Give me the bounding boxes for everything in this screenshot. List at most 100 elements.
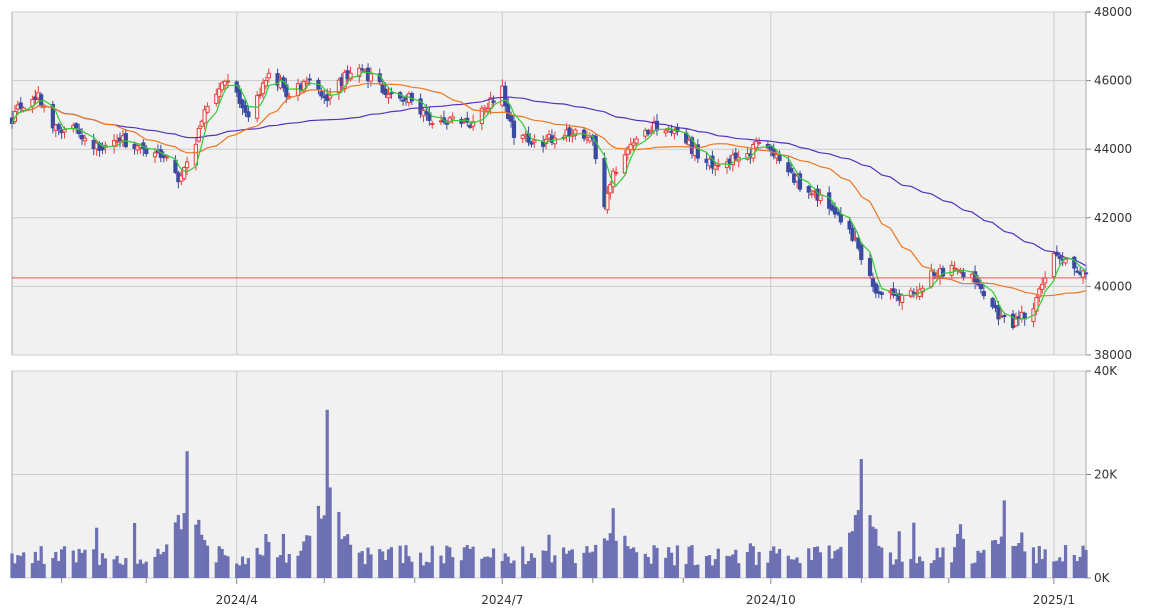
volume-bar <box>337 511 341 578</box>
volume-bar <box>243 564 248 578</box>
volume-bar <box>503 553 507 578</box>
volume-bar <box>95 527 99 578</box>
volume-bar <box>877 545 881 578</box>
volume-bar <box>471 546 475 578</box>
volume-bar <box>529 553 534 578</box>
volume-bar <box>462 547 466 578</box>
volume-bar <box>83 549 87 578</box>
volume-bar <box>1031 547 1036 578</box>
candle-down <box>100 146 105 151</box>
volume-bar <box>1075 561 1079 578</box>
volume-bar <box>439 555 443 578</box>
volume-bar <box>144 561 148 578</box>
volume-bar <box>179 529 183 578</box>
volume-bar <box>731 554 735 578</box>
volume-bar <box>343 536 347 578</box>
candle-down <box>838 214 843 223</box>
volume-bar <box>401 563 405 578</box>
candle-down <box>859 244 864 260</box>
volume-bar <box>632 547 636 578</box>
volume-bar <box>918 556 922 578</box>
candle-up <box>450 116 455 120</box>
volume-bar <box>897 531 901 578</box>
volume-bar <box>165 544 169 578</box>
volume-bar <box>264 534 268 578</box>
candle-down <box>246 111 251 118</box>
candle-up <box>225 80 231 83</box>
volume-bar <box>769 550 773 578</box>
candle-down <box>400 99 406 102</box>
candle-up <box>949 264 954 276</box>
volume-bar <box>591 551 595 578</box>
volume-bar <box>672 565 677 578</box>
volume-bar <box>1043 549 1047 578</box>
volume-bar <box>296 555 300 578</box>
volume-bar <box>655 547 659 578</box>
candle-down <box>307 78 312 81</box>
volume-bar <box>909 558 913 578</box>
volume-bar <box>369 554 373 578</box>
volume-bar <box>100 553 105 578</box>
volume-bar <box>348 544 353 578</box>
volume-bar <box>42 563 46 578</box>
volume-bar <box>754 564 758 578</box>
candle-down <box>777 155 782 162</box>
volume-bar <box>1002 500 1006 578</box>
x-axis: 2024/4 2024/7 2024/10 2025/1 <box>61 578 1075 607</box>
price-y-tick-label: 38000 <box>1094 348 1132 362</box>
volume-bar <box>915 563 919 578</box>
volume-bar <box>608 533 612 578</box>
volume-bar <box>839 546 843 578</box>
volume-bar <box>118 563 122 578</box>
volume-bar <box>430 545 434 578</box>
x-tick-label: 2024/4 <box>216 593 258 607</box>
volume-y-tick-label: 40K <box>1094 364 1118 378</box>
volume-bar <box>509 563 513 578</box>
volume-bar <box>465 545 469 578</box>
candle-down <box>508 115 514 122</box>
volume-bar <box>979 552 983 578</box>
candle-down <box>789 167 794 173</box>
volume-bar <box>953 547 957 578</box>
volume-bar <box>833 550 837 578</box>
candle-down <box>389 92 394 95</box>
volume-bar <box>1014 545 1018 578</box>
volume-bar <box>427 562 431 578</box>
candle-down <box>1057 256 1062 259</box>
volume-bar <box>690 545 694 578</box>
volume-bar <box>57 560 61 578</box>
volume-bar <box>366 547 370 578</box>
candle-up <box>485 108 490 112</box>
volume-bar <box>223 555 227 578</box>
volume-bar <box>1020 532 1024 578</box>
candle-up <box>958 270 963 273</box>
volume-bar <box>60 549 64 578</box>
volume-bar <box>634 552 639 578</box>
volume-bar <box>284 562 288 578</box>
volume-bar <box>553 555 557 578</box>
volume-bar <box>728 556 732 578</box>
volume-bar <box>745 551 750 578</box>
candle-up <box>1043 277 1048 284</box>
volume-bar <box>932 560 936 578</box>
volume-bar <box>737 563 741 578</box>
volume-bar <box>629 548 633 578</box>
volume-bar <box>789 559 793 578</box>
volume-panel: 0K 20K 40K <box>10 364 1118 585</box>
volume-bar <box>281 533 286 578</box>
volume-bar <box>159 554 163 578</box>
candle-down <box>511 120 517 138</box>
volume-bar <box>570 549 574 578</box>
volume-bar <box>894 559 898 578</box>
candle-down <box>243 105 248 113</box>
volume-bar <box>1058 557 1062 578</box>
volume-bar <box>751 546 755 578</box>
volume-bar <box>567 550 572 578</box>
volume-bar <box>664 557 668 578</box>
volume-bar <box>36 560 40 578</box>
volume-bar <box>521 546 525 578</box>
volume-bar <box>357 552 361 578</box>
candle-up <box>62 129 67 133</box>
volume-bar <box>550 562 554 578</box>
candle-down <box>806 186 811 193</box>
